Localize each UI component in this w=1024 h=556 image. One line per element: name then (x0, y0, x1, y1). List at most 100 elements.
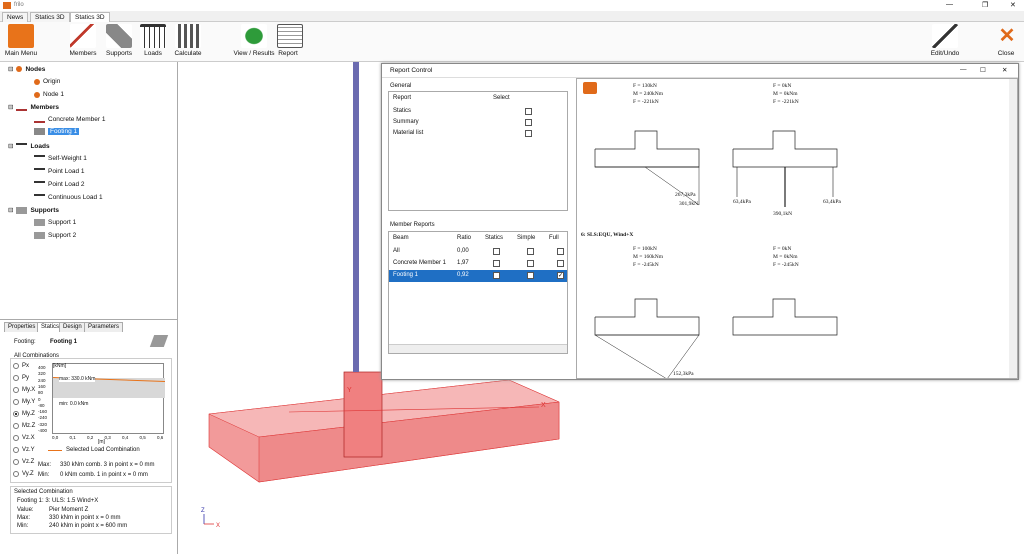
horizontal-scrollbar[interactable] (389, 344, 567, 353)
max-value: 330 kNm comb. 3 in point x = 0 mm (60, 462, 155, 468)
member-row[interactable]: All 0,00 (389, 246, 567, 258)
vertical-scrollbar[interactable] (1009, 79, 1017, 378)
statics-checkbox[interactable] (493, 260, 500, 267)
close-button[interactable]: ✕ Close (994, 24, 1018, 57)
select-checkbox[interactable] (525, 130, 532, 137)
radio-icon (13, 471, 19, 477)
tree-nodes[interactable]: ⊟ Nodes (8, 65, 45, 74)
report-close-button[interactable]: ✕ (1002, 66, 1007, 74)
full-checkbox[interactable] (557, 260, 564, 267)
x-tick-label: 0,2 (87, 435, 94, 440)
members-icon (70, 24, 96, 48)
edit-undo-button[interactable]: Edit/Undo (928, 24, 962, 57)
member-row[interactable]: Concrete Member 1 1,97 (389, 258, 567, 270)
chart-min-label: min: 0.0 kNm (59, 401, 89, 407)
members-button[interactable]: Members (68, 24, 98, 57)
tab-news[interactable]: News (2, 12, 29, 22)
tree-self-weight[interactable]: Self-Weight 1 (34, 155, 87, 162)
tree-support1[interactable]: Support 1 (34, 219, 76, 226)
supports-button[interactable]: Supports (104, 24, 134, 57)
radio-vz-y[interactable]: Vz.Y (13, 447, 35, 453)
tree-continuous-load[interactable]: Continuous Load 1 (34, 194, 103, 201)
radio-label: Vy.Z (22, 471, 34, 477)
tree-concrete-member[interactable]: Concrete Member 1 (34, 116, 105, 123)
view-results-button[interactable]: View / Results (232, 24, 276, 57)
general-item-label: Summary (393, 119, 419, 125)
close-window-button[interactable]: ✕ (1010, 1, 1016, 9)
loads-label: Loads (144, 50, 162, 57)
simple-checkbox[interactable] (527, 272, 534, 279)
radio-px[interactable]: Px (13, 363, 29, 369)
tree-point-load2[interactable]: Point Load 2 (34, 181, 85, 188)
main-menu-icon (8, 24, 34, 48)
report-maximize-button[interactable]: ☐ (980, 66, 986, 74)
legend-line (48, 450, 62, 451)
full-checkbox[interactable]: ✓ (557, 272, 564, 279)
radio-mz-z[interactable]: Mz.Z (13, 423, 35, 429)
tab-statics3d-2[interactable]: Statics 3D (70, 12, 110, 22)
radio-vy-z[interactable]: Vy.Z (13, 471, 34, 477)
sc-max-value: 330 kNm in point x = 0 mm (49, 515, 121, 521)
tree-loads[interactable]: ⊟ Loads (8, 142, 50, 150)
tree-support2[interactable]: Support 2 (34, 232, 76, 239)
select-checkbox[interactable] (525, 108, 532, 115)
tree-node1[interactable]: Node 1 (34, 91, 64, 98)
loads-icon (140, 24, 166, 48)
radio-icon (13, 411, 19, 417)
minimize-button[interactable]: — (946, 1, 953, 8)
tree-origin[interactable]: Origin (34, 78, 60, 85)
statics-checkbox[interactable] (493, 248, 500, 255)
tab-properties[interactable]: Properties (4, 322, 40, 332)
doc-reaction-2: 390,1kN (773, 211, 793, 217)
maximize-button[interactable]: ❐ (982, 1, 988, 9)
tree-members[interactable]: ⊟ Members (8, 103, 59, 112)
doc-section-title: 6: SLS:EQU, Wind+X (581, 232, 634, 238)
radio-label: Py (22, 375, 30, 381)
simple-checkbox[interactable] (527, 248, 534, 255)
select-checkbox[interactable] (525, 119, 532, 126)
gizmo-x-label: X (216, 523, 220, 529)
doc-force-1a: F = 130kN (633, 83, 657, 89)
member-row[interactable]: Footing 1 0,92 ✓ (389, 270, 567, 282)
report-minimize-button[interactable]: — (960, 66, 967, 73)
radio-vz-x[interactable]: Vz.X (13, 435, 35, 441)
doc-force-4a: F = 0kN (773, 246, 792, 252)
radio-my-y[interactable]: My.Y (13, 399, 35, 405)
tab-parameters[interactable]: Parameters (84, 322, 124, 332)
report-window-title-bar: Report Control — ☐ ✕ (382, 64, 1018, 78)
tab-design[interactable]: Design (59, 322, 86, 332)
member-beam: All (393, 248, 400, 254)
y-tick-label: 320 (38, 371, 46, 377)
calculate-button[interactable]: Calculate (172, 24, 204, 57)
supports-icon (106, 24, 132, 48)
tree-footing[interactable]: Footing 1 (34, 128, 80, 135)
tab-statics3d-1[interactable]: Statics 3D (30, 12, 70, 22)
edit-undo-label: Edit/Undo (930, 50, 960, 57)
y-axis-label: Y (347, 387, 352, 394)
member-reports-table: Beam Ratio Statics Simple Full All 0,00 Concre… (388, 231, 568, 354)
main-menu-button[interactable]: Main Menu (4, 24, 38, 57)
x-tick-label: 0,3 (104, 435, 111, 440)
radio-my-z[interactable]: My.Z (13, 411, 35, 417)
loads-button[interactable]: Loads (140, 24, 166, 57)
footing-label: Footing: (14, 339, 36, 345)
title-bar: frilo — ❐ ✕ (0, 0, 1024, 11)
load-icon (34, 194, 45, 201)
tree-point-load1[interactable]: Point Load 1 (34, 168, 85, 175)
simple-checkbox[interactable] (527, 260, 534, 267)
member-ratio: 0,00 (457, 248, 469, 254)
radio-vz-z[interactable]: Vz.Z (13, 459, 34, 465)
doc-moment-1: M = 240kNm (633, 91, 663, 97)
radio-label: My.X (22, 387, 36, 393)
general-item-row[interactable]: Material list (389, 128, 567, 140)
statics-checkbox[interactable] (493, 272, 500, 279)
document-tabs: News Statics 3D Statics 3D (0, 11, 1024, 22)
doc-force-2a: F = 0kN (773, 83, 792, 89)
full-checkbox[interactable] (557, 248, 564, 255)
radio-py[interactable]: Py (13, 375, 29, 381)
general-label: General (390, 83, 412, 89)
tree-supports[interactable]: ⊟ Supports (8, 206, 59, 214)
radio-my-x[interactable]: My.X (13, 387, 35, 393)
member-beam: Concrete Member 1 (393, 260, 447, 266)
report-button[interactable]: Report (277, 24, 303, 57)
